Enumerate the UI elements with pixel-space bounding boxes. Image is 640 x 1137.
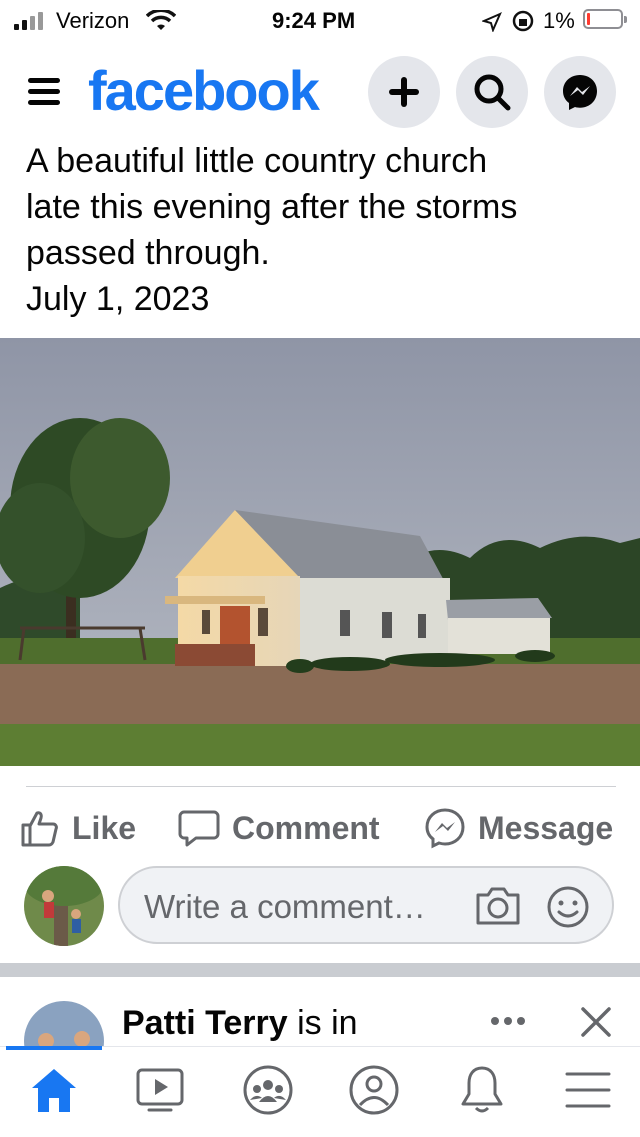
create-button[interactable] <box>368 56 440 128</box>
orientation-lock-icon <box>512 10 534 32</box>
signal-icon <box>14 12 48 30</box>
location-icon <box>482 12 502 32</box>
facebook-logo[interactable]: facebook <box>88 58 320 123</box>
tab-profile[interactable] <box>344 1060 404 1120</box>
search-icon <box>474 74 511 111</box>
active-tab-indicator <box>6 1046 102 1050</box>
next-post-suffix: is in <box>287 1004 358 1042</box>
post-text-line: passed through. <box>26 234 270 272</box>
thumbs-up-icon <box>21 811 58 847</box>
wifi-icon <box>146 10 176 30</box>
profile-icon <box>349 1065 399 1115</box>
groups-icon <box>243 1065 293 1115</box>
comment-placeholder: Write a comment… <box>144 888 426 925</box>
plus-icon <box>389 77 419 107</box>
post-date: July 1, 2023 <box>26 280 210 318</box>
messenger-outline-icon <box>425 808 465 849</box>
tab-menu[interactable] <box>558 1060 618 1120</box>
tab-video[interactable] <box>130 1060 190 1120</box>
next-post-title: Patti Terry is in <box>122 1004 358 1043</box>
messenger-button[interactable] <box>544 56 616 128</box>
menu-icon <box>565 1072 611 1108</box>
post-text-line: A beautiful little country church <box>26 142 488 180</box>
hamburger-menu-icon[interactable] <box>28 78 60 106</box>
close-icon[interactable] <box>580 1006 612 1038</box>
feed-separator <box>0 963 640 977</box>
carrier-label: Verizon <box>56 8 130 33</box>
post-photo[interactable] <box>0 338 640 766</box>
more-options-icon[interactable] <box>490 1016 526 1026</box>
divider <box>26 786 616 787</box>
tab-groups[interactable] <box>238 1060 298 1120</box>
comment-input[interactable]: Write a comment… <box>118 866 614 944</box>
messenger-icon <box>563 75 597 110</box>
tab-notifications[interactable] <box>452 1060 512 1120</box>
post-text: A beautiful little country church late t… <box>26 138 616 322</box>
status-bar: Verizon 9:24 PM 1% <box>0 0 640 40</box>
notifications-icon <box>461 1066 503 1113</box>
battery-icon <box>583 9 627 29</box>
home-icon <box>32 1069 76 1112</box>
emoji-icon[interactable] <box>546 885 590 929</box>
battery-percentage: 1% <box>543 8 575 33</box>
like-button[interactable]: Like <box>20 800 136 856</box>
tab-home[interactable] <box>24 1060 84 1120</box>
comment-label: Comment <box>232 809 380 846</box>
video-icon <box>136 1068 184 1112</box>
search-button[interactable] <box>456 56 528 128</box>
comment-icon <box>178 810 220 847</box>
clock: 9:24 PM <box>272 8 356 33</box>
church-photo-illustration <box>0 338 640 766</box>
next-post-author[interactable]: Patti Terry <box>122 1004 288 1042</box>
bottom-tab-bar <box>0 1046 640 1137</box>
avatar[interactable] <box>24 866 104 946</box>
message-button[interactable]: Message <box>424 800 613 856</box>
comment-button[interactable]: Comment <box>178 800 380 856</box>
camera-icon[interactable] <box>474 885 522 927</box>
like-label: Like <box>72 809 137 846</box>
post-text-line: late this evening after the storms <box>26 188 518 226</box>
message-label: Message <box>478 809 614 846</box>
